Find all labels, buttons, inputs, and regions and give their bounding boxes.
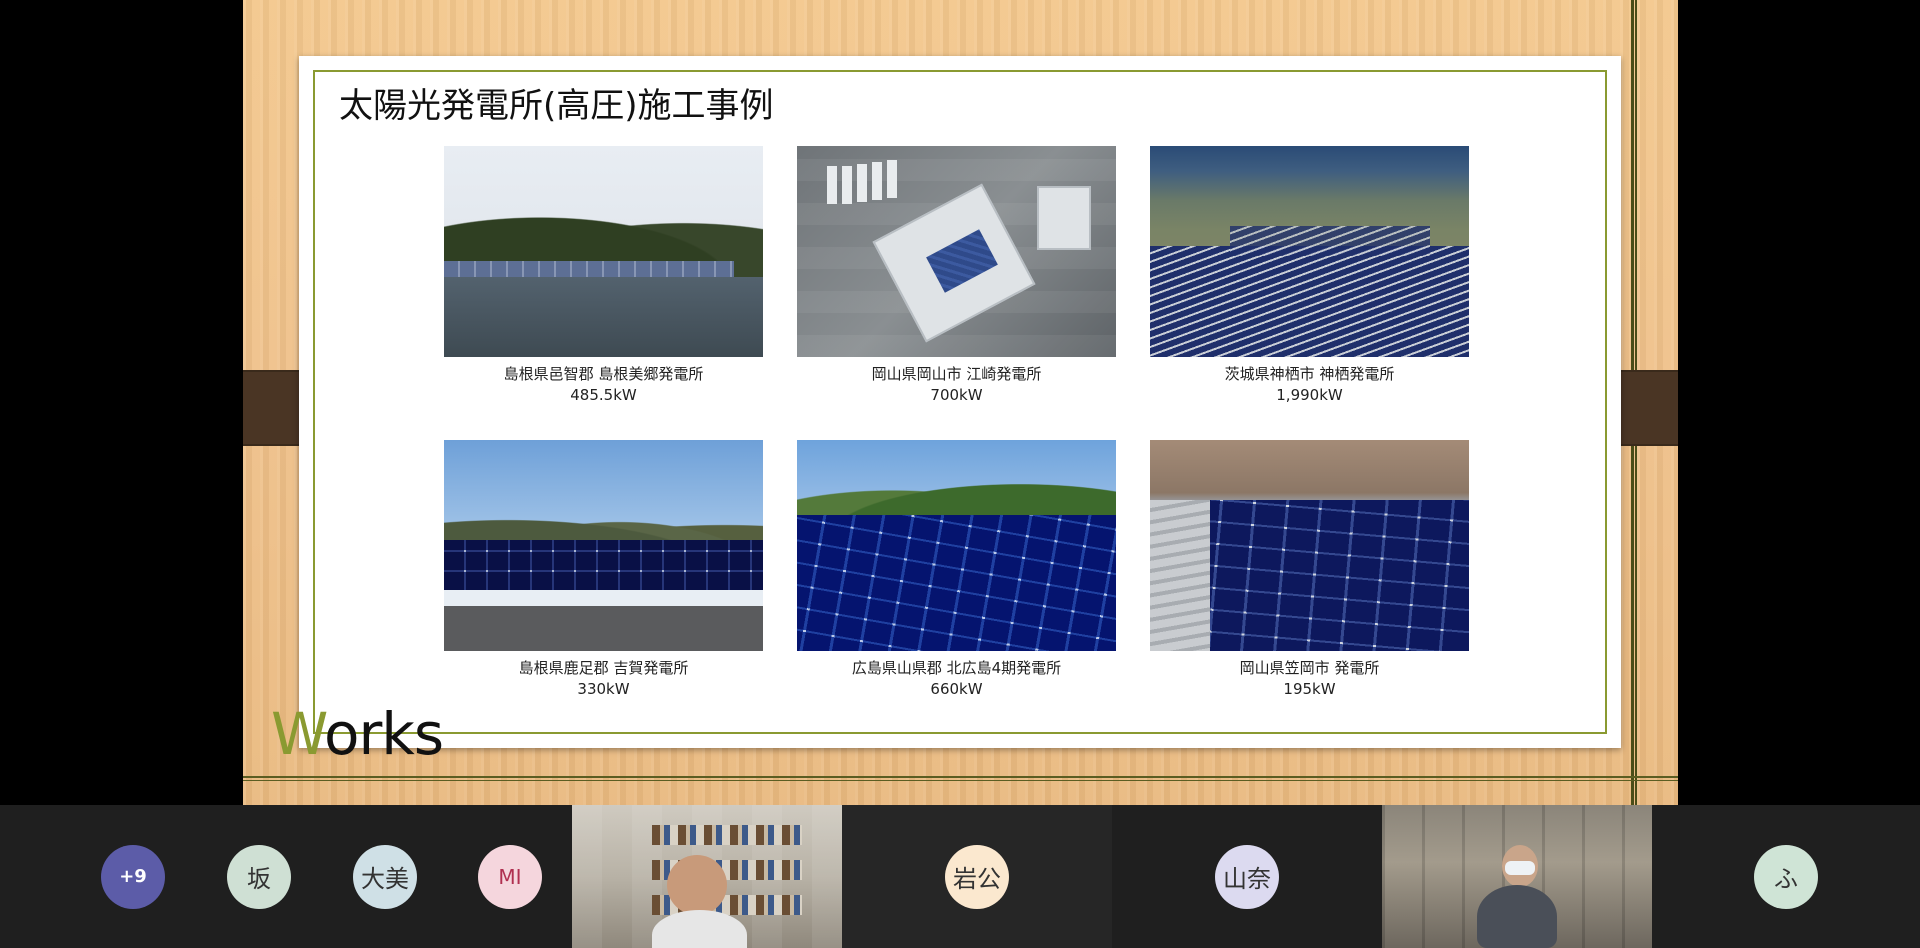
participant-avatar: 山奈 bbox=[1215, 844, 1279, 909]
more-participants-avatar[interactable]: +9 bbox=[101, 844, 165, 909]
participant-video[interactable] bbox=[572, 805, 842, 948]
case-card: 岡山県岡山市 江崎発電所 700kW bbox=[797, 146, 1116, 406]
case-card: 島根県邑智郡 島根美郷発電所 485.5kW bbox=[444, 146, 763, 406]
case-power: 700kW bbox=[930, 386, 983, 404]
case-photo bbox=[1150, 440, 1469, 651]
participant-tile[interactable]: +9 bbox=[70, 805, 196, 948]
case-location: 岡山県笠岡市 発電所 bbox=[1239, 659, 1380, 677]
case-card: 岡山県笠岡市 発電所 195kW bbox=[1150, 440, 1469, 700]
slide-card: 太陽光発電所(高圧)施工事例 島根県邑智郡 島根美郷発電所 485.5kW 岡山… bbox=[299, 56, 1621, 748]
participant-tile[interactable]: 大美 bbox=[322, 805, 448, 948]
participant-avatar: MI bbox=[478, 844, 542, 909]
case-photo bbox=[444, 146, 763, 357]
case-photo bbox=[797, 440, 1116, 651]
case-photo bbox=[1150, 146, 1469, 357]
case-location: 島根県鹿足郡 吉賀発電所 bbox=[518, 659, 689, 677]
case-location: 島根県邑智郡 島根美郷発電所 bbox=[503, 365, 704, 383]
participant-tile[interactable]: 坂 bbox=[196, 805, 322, 948]
case-power: 485.5kW bbox=[570, 386, 637, 404]
case-location: 岡山県岡山市 江崎発電所 bbox=[871, 365, 1042, 383]
case-power: 660kW bbox=[930, 680, 983, 698]
case-card: 広島県山県郡 北広島4期発電所 660kW bbox=[797, 440, 1116, 700]
slide-title: 太陽光発電所(高圧)施工事例 bbox=[339, 86, 774, 126]
participant-tile[interactable]: MI bbox=[448, 805, 572, 948]
works-label: Works bbox=[271, 700, 444, 768]
case-card: 茨城県神栖市 神栖発電所 1,990kW bbox=[1150, 146, 1469, 406]
shared-screen: 太陽光発電所(高圧)施工事例 島根県邑智郡 島根美郷発電所 485.5kW 岡山… bbox=[243, 0, 1678, 805]
participants-bar: +9 坂 大美 MI 岩公 山奈 ふ bbox=[0, 805, 1920, 948]
case-power: 330kW bbox=[577, 680, 630, 698]
wood-line bbox=[243, 780, 1678, 781]
case-gallery: 島根県邑智郡 島根美郷発電所 485.5kW 岡山県岡山市 江崎発電所 700k… bbox=[444, 146, 1474, 700]
participant-tile[interactable]: 山奈 bbox=[1112, 805, 1382, 948]
participant-avatar: 岩公 bbox=[945, 844, 1009, 909]
case-power: 195kW bbox=[1283, 680, 1336, 698]
participant-tile[interactable]: 岩公 bbox=[842, 805, 1112, 948]
case-power: 1,990kW bbox=[1276, 386, 1343, 404]
case-photo bbox=[444, 440, 763, 651]
case-location: 茨城県神栖市 神栖発電所 bbox=[1224, 365, 1395, 383]
case-card: 島根県鹿足郡 吉賀発電所 330kW bbox=[444, 440, 763, 700]
participant-avatar: 大美 bbox=[353, 844, 417, 909]
case-location: 広島県山県郡 北広島4期発電所 bbox=[851, 659, 1062, 677]
participant-avatar: 坂 bbox=[227, 844, 291, 909]
case-photo bbox=[797, 146, 1116, 357]
participant-tile[interactable]: ふ bbox=[1652, 805, 1920, 948]
participant-video[interactable] bbox=[1382, 805, 1652, 948]
participant-avatar: ふ bbox=[1754, 844, 1818, 909]
wood-line bbox=[243, 776, 1678, 778]
